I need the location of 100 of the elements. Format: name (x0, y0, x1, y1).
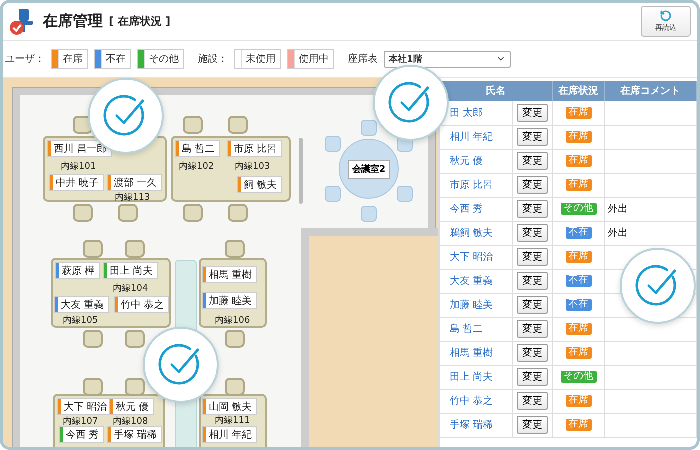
change-button[interactable]: 変更 (516, 320, 548, 338)
change-button[interactable]: 変更 (516, 176, 548, 194)
employee-name-link[interactable]: 島 哲二 (450, 324, 484, 335)
facility-legend-label: 施設： (198, 52, 228, 66)
legend-chip: その他 (137, 49, 184, 69)
change-button[interactable]: 変更 (516, 344, 548, 362)
user-legend-label: ユーザ： (5, 53, 45, 66)
change-button[interactable]: 変更 (516, 416, 548, 434)
chair (225, 378, 245, 396)
status-badge: 不在 (566, 227, 592, 239)
employee-name-link[interactable]: 今西 秀 (450, 204, 484, 215)
extension-label: 内線111 (215, 414, 250, 427)
status-badge: 在席 (566, 419, 592, 431)
extension-label: 内線113 (115, 192, 150, 204)
nameplate[interactable]: 大友 重義 (54, 296, 110, 313)
column-header: 在席状況 (552, 81, 604, 101)
nameplate[interactable]: 島 哲二 (175, 140, 220, 157)
change-button[interactable]: 変更 (516, 368, 548, 386)
status-badge: 在席 (566, 179, 592, 191)
page-title: 在席管理 (43, 12, 103, 31)
status-badge: 在席 (566, 347, 592, 359)
status-badge: 在席 (566, 395, 592, 407)
nameplate[interactable]: 相馬 重樹 (202, 266, 258, 283)
chair (118, 204, 138, 222)
chair (228, 204, 248, 222)
chair (225, 330, 245, 348)
nameplate[interactable]: 田上 尚夫 (103, 262, 158, 279)
employee-name-link[interactable]: 相川 年紀 (450, 132, 494, 143)
change-button[interactable]: 変更 (516, 248, 548, 266)
chair (125, 330, 145, 348)
change-button[interactable]: 変更 (516, 296, 548, 314)
chair (125, 240, 145, 258)
nameplate[interactable]: 市原 比呂 (227, 140, 282, 157)
chair (183, 204, 203, 222)
employee-name-link[interactable]: 鵜飼 敏夫 (450, 228, 494, 239)
status-badge: 在席 (566, 155, 592, 167)
status-badge: 在席 (566, 131, 592, 143)
status-badge: その他 (560, 203, 596, 215)
legend-chip: 在席 (51, 49, 88, 69)
nameplate[interactable]: 今西 秀 (59, 426, 104, 443)
nameplate[interactable]: 竹中 恭之 (114, 296, 170, 313)
extension-label: 内線102 (179, 160, 214, 173)
chair (397, 186, 413, 202)
comment-text: 外出 (608, 228, 628, 239)
nameplate[interactable]: 山岡 敏夫 (202, 398, 258, 415)
nameplate[interactable]: 秋元 優 (109, 398, 154, 415)
extension-label: 内線106 (215, 314, 250, 327)
nameplate[interactable]: 加藤 睦美 (202, 292, 258, 309)
seat-map-label: 座席表 (348, 52, 378, 66)
page-subtitle: [ 在席状況 ] (109, 14, 171, 29)
meeting-room-label[interactable]: 会議室2 (348, 160, 390, 178)
change-button[interactable]: 変更 (516, 200, 548, 218)
chair (228, 116, 248, 134)
status-badge: 在席 (566, 323, 592, 335)
chair (361, 206, 377, 222)
chair (325, 136, 341, 152)
change-button[interactable]: 変更 (516, 392, 548, 410)
employee-name-link[interactable]: 竹中 恭之 (450, 396, 494, 407)
extension-label: 内線104 (113, 282, 148, 295)
nameplate[interactable]: 相川 年紀 (202, 426, 258, 443)
change-button[interactable]: 変更 (516, 104, 548, 122)
change-button[interactable]: 変更 (516, 224, 548, 242)
change-button[interactable]: 変更 (516, 128, 548, 146)
door (299, 138, 303, 204)
legend-chip: 使用中 (287, 49, 334, 69)
chair (361, 120, 377, 136)
nameplate[interactable]: 萩原 樺 (55, 262, 100, 279)
employee-name-link[interactable]: 大下 昭治 (450, 252, 494, 263)
legend-chip: 未使用 (234, 49, 281, 69)
status-badge: 不在 (566, 299, 592, 311)
nameplate[interactable]: 渡部 一久 (107, 174, 162, 191)
nameplate[interactable]: 飼 敏夫 (237, 176, 282, 193)
extension-label: 内線103 (235, 160, 270, 173)
extension-label: 内線101 (61, 160, 96, 173)
employee-name-link[interactable]: 市原 比呂 (450, 180, 494, 191)
chair (73, 204, 93, 222)
status-badge: 在席 (566, 251, 592, 263)
nameplate[interactable]: 手塚 瑞稀 (107, 426, 162, 443)
employee-name-link[interactable]: 田上 尚夫 (450, 372, 494, 383)
extension-label: 内線105 (63, 314, 98, 327)
column-header: 在席コメント (604, 81, 696, 101)
change-button[interactable]: 変更 (516, 152, 548, 170)
legend-chip: 不在 (94, 49, 131, 69)
employee-name-link[interactable]: 大友 重義 (450, 276, 494, 287)
chair (83, 240, 103, 258)
extension-label: 内線108 (113, 416, 148, 428)
extension-label: 内線107 (63, 416, 98, 428)
nameplate[interactable]: 中井 暁子 (49, 174, 104, 191)
chair (225, 240, 245, 258)
employee-name-link[interactable]: 手塚 瑞稀 (450, 420, 494, 431)
employee-name-link[interactable]: 田 太郎 (450, 108, 484, 119)
chair (83, 378, 103, 396)
employee-name-link[interactable]: 秋元 優 (450, 156, 484, 167)
chair (325, 186, 341, 202)
employee-name-link[interactable]: 相馬 重樹 (450, 348, 494, 359)
seat-map-select[interactable]: 本社1階 (384, 50, 511, 68)
employee-name-link[interactable]: 加藤 睦美 (450, 300, 494, 311)
change-button[interactable]: 変更 (516, 272, 548, 290)
column-header: 氏名 (440, 81, 552, 101)
reload-icon (660, 10, 672, 22)
